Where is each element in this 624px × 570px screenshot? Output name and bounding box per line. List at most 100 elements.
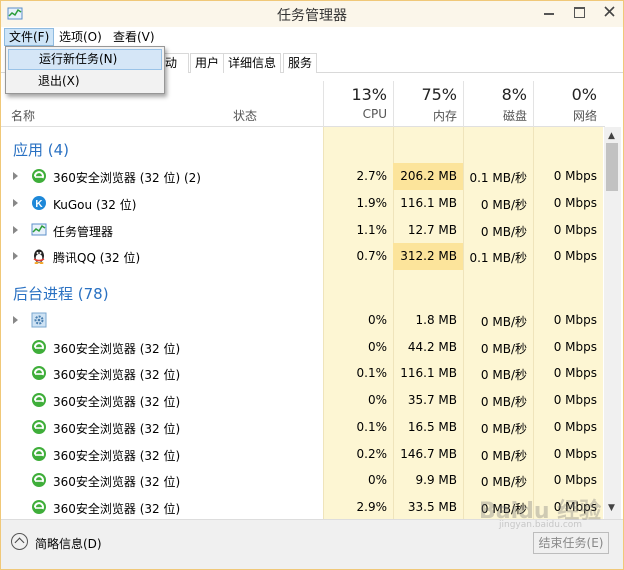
close-icon: [603, 6, 615, 17]
task-manager-window: 任务管理器 文件(F) 选项(O) 查看(V) 启动 用户 详细信息 服务 名称…: [0, 0, 624, 570]
process-name: 360安全浏览器 (32 位): [53, 448, 181, 463]
menu-item-exit[interactable]: 退出(X): [8, 71, 162, 92]
expand-arrow-icon[interactable]: [13, 252, 18, 260]
tab-users[interactable]: 用户: [190, 53, 225, 73]
expand-arrow-icon[interactable]: [13, 226, 18, 234]
network-value: 0 Mbps: [553, 366, 597, 381]
process-name: 360安全浏览器 (32 位): [53, 475, 181, 490]
memory-value: 116.1 MB: [400, 366, 457, 381]
menu-item-run-new-task[interactable]: 运行新任务(N): [8, 49, 162, 70]
menu-view[interactable]: 查看(V): [109, 28, 159, 46]
memory-value: 9.9 MB: [415, 473, 457, 488]
process-row[interactable]: 任务管理器 1.1% 12.7 MB 0 MB/秒 0 Mbps: [1, 217, 603, 244]
process-list: 应用 (4) 后台进程 (78) 360安全浏览器 (32 位) (2) 2.7%…: [1, 127, 605, 519]
disk-value: 0.1 MB/秒: [469, 251, 527, 265]
gear-icon: [31, 312, 47, 328]
cpu-value: 0%: [367, 473, 387, 488]
network-value: 0 Mbps: [553, 339, 597, 354]
group-header-apps[interactable]: 应用 (4): [1, 133, 603, 160]
col-disk-header[interactable]: 磁盘: [463, 107, 527, 124]
network-value: 0 Mbps: [553, 223, 597, 237]
tab-services[interactable]: 服务: [283, 53, 318, 73]
cpu-value: 2.7%: [356, 169, 388, 183]
disk-total-pct[interactable]: 8%: [463, 85, 527, 104]
360-browser-icon: [31, 446, 47, 462]
memory-value: 1.8 MB: [415, 313, 457, 327]
process-row[interactable]: 360安全浏览器 (32 位) 0.2% 146.7 MB 0 MB/秒 0 Mbps: [1, 441, 603, 468]
disk-value: 0 MB/秒: [480, 421, 527, 436]
expand-arrow-icon[interactable]: [13, 316, 18, 324]
process-row[interactable]: 腾讯QQ (32 位) 0.7% 312.2 MB 0.1 MB/秒 0 Mbps: [1, 243, 603, 270]
cpu-value: 0%: [367, 393, 387, 408]
memory-value: 44.2 MB: [407, 339, 457, 354]
process-name: 360安全浏览器 (32 位): [53, 341, 181, 356]
memory-total-pct[interactable]: 75%: [393, 85, 457, 104]
process-row[interactable]: 360安全浏览器 (32 位) 0% 35.7 MB 0 MB/秒 0 Mbps: [1, 387, 603, 414]
col-cpu-header[interactable]: CPU: [323, 107, 387, 121]
maximize-button[interactable]: [565, 1, 593, 23]
process-name: 任务管理器: [53, 225, 114, 239]
fewer-details-link[interactable]: 简略信息(D): [35, 535, 102, 552]
disk-value: 0 MB/秒: [480, 448, 527, 463]
cpu-value: 0.7%: [356, 249, 388, 263]
minimize-button[interactable]: [535, 1, 563, 23]
window-title: 任务管理器: [277, 8, 347, 24]
col-network-header[interactable]: 网络: [533, 107, 597, 124]
expand-arrow-icon[interactable]: [13, 199, 18, 207]
group-header-background[interactable]: 后台进程 (78): [1, 277, 603, 304]
process-name: KuGou (32 位): [53, 198, 137, 212]
memory-value: 312.2 MB: [400, 249, 457, 263]
col-memory-header[interactable]: 内存: [393, 107, 457, 124]
menu-options[interactable]: 选项(O): [55, 28, 106, 46]
kugou-icon: K: [31, 195, 47, 211]
network-value: 0 Mbps: [553, 196, 597, 210]
menu-file[interactable]: 文件(F): [4, 28, 55, 46]
process-name: 腾讯QQ (32 位): [53, 251, 141, 265]
process-row[interactable]: 360安全浏览器 (32 位) 0.1% 116.1 MB 0 MB/秒 0 Mbps: [1, 360, 603, 387]
task-manager-icon: [31, 222, 47, 238]
process-row[interactable]: 0% 1.8 MB 0 MB/秒 0 Mbps: [1, 307, 603, 334]
process-row[interactable]: K KuGou (32 位) 1.9% 116.1 MB 0 MB/秒 0 Mbps: [1, 190, 603, 217]
process-row[interactable]: 360安全浏览器 (32 位) (2) 2.7% 206.2 MB 0.1 MB/秒 0…: [1, 163, 603, 190]
disk-value: 0 MB/秒: [480, 225, 527, 239]
process-name: 360安全浏览器 (32 位): [53, 395, 181, 410]
tab-details[interactable]: 详细信息: [223, 53, 282, 73]
network-value: 0 Mbps: [553, 473, 597, 488]
process-row[interactable]: 360安全浏览器 (32 位) 0% 9.9 MB 0 MB/秒 0 Mbps: [1, 467, 603, 494]
scroll-up-arrow-icon[interactable]: ▲: [608, 131, 615, 141]
360-browser-icon: [31, 339, 47, 355]
disk-value: 0.1 MB/秒: [469, 171, 527, 185]
cpu-value: 0%: [367, 339, 387, 354]
network-value: 0 Mbps: [553, 169, 597, 183]
col-status-header[interactable]: 状态: [233, 107, 257, 124]
cpu-value: 0%: [367, 313, 387, 327]
disk-value: 0 MB/秒: [480, 341, 527, 356]
chevron-up-circle-icon[interactable]: [11, 533, 28, 550]
network-value: 0 Mbps: [553, 249, 597, 263]
group-title-apps: 应用 (4): [13, 141, 70, 159]
col-name-header[interactable]: 名称: [11, 107, 35, 124]
memory-value: 16.5 MB: [407, 419, 457, 434]
360-browser-icon: [31, 472, 47, 488]
disk-value: 0 MB/秒: [480, 395, 527, 410]
vertical-scrollbar[interactable]: ▲ ▼: [604, 127, 621, 519]
network-value: 0 Mbps: [553, 446, 597, 461]
process-row[interactable]: 360安全浏览器 (32 位) 0.1% 16.5 MB 0 MB/秒 0 Mbps: [1, 414, 603, 441]
disk-value: 0 MB/秒: [480, 475, 527, 490]
cpu-value: 0.1%: [356, 419, 388, 434]
end-task-button[interactable]: 结束任务(E): [533, 532, 609, 554]
close-button[interactable]: [595, 1, 623, 23]
cpu-value: 0.1%: [356, 366, 388, 381]
cpu-total-pct[interactable]: 13%: [323, 85, 387, 104]
expand-arrow-icon[interactable]: [13, 172, 18, 180]
process-name: 360安全浏览器 (32 位): [53, 501, 181, 516]
scroll-thumb[interactable]: [606, 143, 618, 191]
memory-value: 35.7 MB: [407, 393, 457, 408]
file-menu-dropdown: 运行新任务(N) 退出(X): [5, 46, 165, 94]
scroll-down-arrow-icon[interactable]: ▼: [608, 503, 615, 513]
svg-text:K: K: [35, 199, 43, 210]
360-browser-icon: [31, 365, 47, 381]
menu-bar: 文件(F) 选项(O) 查看(V): [1, 27, 623, 47]
process-row[interactable]: 360安全浏览器 (32 位) 0% 44.2 MB 0 MB/秒 0 Mbps: [1, 334, 603, 361]
network-total-pct[interactable]: 0%: [533, 85, 597, 104]
